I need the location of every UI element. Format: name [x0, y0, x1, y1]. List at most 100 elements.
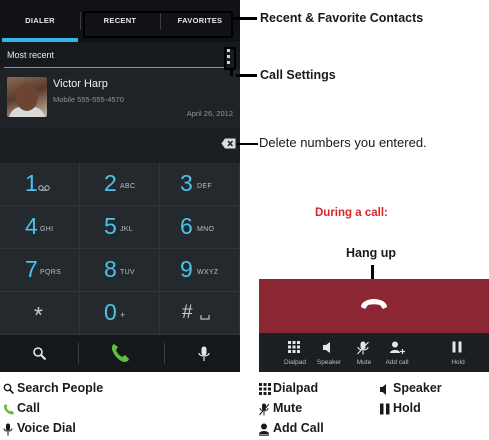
tab-dialer[interactable]: DIALER [0, 0, 80, 42]
dialpad-icon [259, 383, 271, 395]
callout-call-settings: Call Settings [260, 68, 336, 82]
key-digit: 2 [104, 170, 117, 196]
contact-avatar [7, 77, 47, 117]
key-digit: 1 [25, 170, 38, 196]
key-7[interactable]: 7 PQRS [0, 249, 80, 292]
legend-search-label: Search People [17, 381, 104, 395]
key-letters: JKL [120, 226, 133, 233]
dialpad-icon [288, 341, 300, 353]
key-digit: 5 [104, 213, 117, 239]
legend-hold: Hold [379, 401, 469, 418]
recent-contact-row[interactable]: Victor Harp Mobile 555-555-4570 April 26… [0, 69, 240, 129]
key-2[interactable]: 2 ABC [80, 163, 160, 206]
key-digit: 3 [180, 170, 193, 196]
legend-dialpad: Dialpad [259, 381, 349, 398]
add-call-button[interactable]: Add call [378, 333, 416, 372]
key-4[interactable]: 4 GHI [0, 206, 80, 249]
legend-mute: Mute [259, 401, 349, 418]
key-digit: 0 [104, 299, 117, 325]
legend-speaker-label: Speaker [393, 381, 442, 395]
speaker-button[interactable]: Speaker [310, 333, 348, 372]
add-call-label: Add call [385, 359, 409, 366]
callout-hang-up: Hang up [346, 246, 396, 260]
mute-icon [357, 341, 369, 355]
key-letters: DEF [197, 183, 212, 190]
key-0[interactable]: 0 + [80, 292, 160, 335]
legend-call-label: Call [17, 401, 40, 415]
key-9[interactable]: 9 WXYZ [160, 249, 240, 292]
key-digit: 9 [180, 256, 193, 282]
microphone-icon [3, 423, 13, 436]
overflow-menu-icon[interactable] [227, 49, 231, 65]
call-icon[interactable] [110, 342, 130, 364]
callout-during-call: During a call: [315, 207, 388, 219]
legend-search: Search People [3, 381, 173, 398]
key-digit: * [34, 302, 43, 328]
key-letters: + [120, 310, 126, 320]
section-title: Most recent [7, 50, 55, 60]
callout-recent-favorites: Recent & Favorite Contacts [260, 11, 424, 25]
speaker-label: Speaker [316, 359, 342, 366]
voicemail-icon [38, 185, 50, 191]
key-letters: WXYZ [197, 269, 219, 276]
add-call-icon [259, 423, 269, 436]
search-icon [3, 383, 14, 394]
callout-line [237, 143, 258, 145]
contact-date: April 26, 2012 [186, 109, 233, 118]
search-icon[interactable] [32, 346, 47, 361]
key-6[interactable]: 6 MNO [160, 206, 240, 249]
key-digit: 8 [104, 256, 117, 282]
hold-label: Hold [451, 359, 465, 366]
dialpad: 1 2 ABC 3 DEF 4 GHI 5 JKL 6 MNO 7 PQRS 8… [0, 163, 240, 335]
key-letters: PQRS [40, 269, 62, 276]
key-hash[interactable]: # [160, 292, 240, 335]
backspace-icon[interactable] [221, 138, 236, 149]
key-letters: MNO [197, 226, 215, 233]
callout-line [236, 74, 257, 77]
legend-add-call-label: Add Call [273, 421, 324, 435]
number-entry-field[interactable] [0, 129, 240, 159]
legend-voice-dial: Voice Dial [3, 421, 123, 438]
key-letters: ABC [120, 183, 136, 190]
speaker-icon [380, 384, 386, 395]
action-divider [78, 343, 79, 364]
key-letters: GHI [40, 226, 54, 233]
contact-number: Mobile 555-555-4570 [53, 95, 124, 104]
most-recent-header: Most recent [0, 42, 240, 68]
action-divider [164, 343, 165, 364]
tab-divider [80, 12, 81, 30]
legend-hold-label: Hold [393, 401, 421, 415]
key-1[interactable]: 1 [0, 163, 80, 206]
key-digit: 7 [25, 256, 38, 282]
key-5[interactable]: 5 JKL [80, 206, 160, 249]
pause-icon [380, 403, 390, 415]
key-digit: 4 [25, 213, 38, 239]
key-digit: 6 [180, 213, 193, 239]
key-digit: # [182, 302, 193, 323]
add-call-icon [390, 341, 405, 354]
call-icon [3, 404, 14, 415]
dialpad-button[interactable]: Dialpad [276, 333, 314, 372]
legend-call: Call [3, 401, 103, 418]
pause-icon [452, 341, 462, 353]
key-letters: TUV [120, 269, 135, 276]
hold-button[interactable]: Hold [439, 333, 477, 372]
callout-line [233, 17, 257, 20]
key-3[interactable]: 3 DEF [160, 163, 240, 206]
key-star[interactable]: * [0, 292, 80, 335]
contact-name: Victor Harp [53, 78, 108, 90]
hang-up-icon[interactable] [359, 296, 389, 312]
hang-up-bar[interactable] [259, 279, 489, 333]
key-8[interactable]: 8 TUV [80, 249, 160, 292]
legend-voice-dial-label: Voice Dial [17, 421, 76, 435]
recent-favorites-highlight [83, 11, 233, 38]
dialer-screen: DIALER RECENT FAVORITES Most recent Vict… [0, 0, 240, 372]
legend-dialpad-label: Dialpad [273, 381, 319, 395]
space-icon [200, 315, 210, 320]
legend-add-call: Add Call [259, 421, 359, 438]
speaker-icon [323, 342, 330, 353]
callout-line [230, 69, 233, 76]
microphone-icon[interactable] [198, 346, 210, 362]
legend-speaker: Speaker [379, 381, 479, 398]
legend-mute-label: Mute [273, 401, 303, 415]
